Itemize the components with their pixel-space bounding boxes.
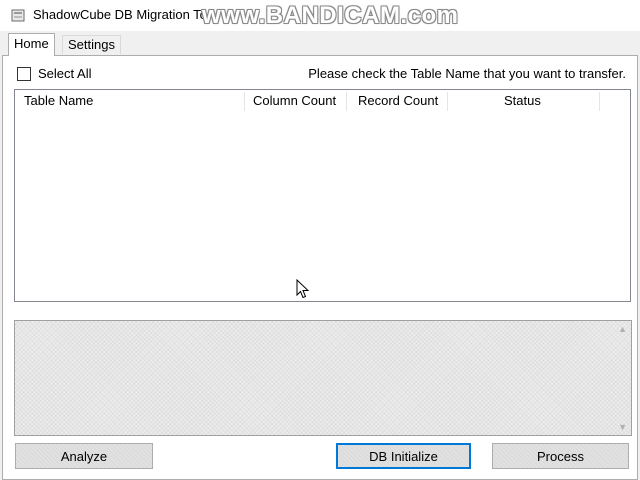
tab-strip: Home Settings bbox=[0, 31, 640, 56]
column-header-record-count[interactable]: Record Count bbox=[358, 93, 438, 108]
process-button[interactable]: Process bbox=[492, 443, 629, 469]
select-all-label[interactable]: Select All bbox=[38, 66, 91, 81]
title-bar[interactable]: ShadowCube DB Migration To www.BANDICAM.… bbox=[0, 0, 640, 31]
table-list-header: Table Name Column Count Record Count Sta… bbox=[15, 90, 630, 112]
column-header-status[interactable]: Status bbox=[504, 93, 541, 108]
tab-home[interactable]: Home bbox=[8, 33, 55, 56]
table-list[interactable]: Table Name Column Count Record Count Sta… bbox=[14, 89, 631, 302]
tab-settings[interactable]: Settings bbox=[62, 35, 121, 54]
column-header-table-name[interactable]: Table Name bbox=[24, 93, 93, 108]
scroll-down-arrow-icon[interactable]: ▼ bbox=[618, 422, 627, 432]
column-divider[interactable] bbox=[244, 92, 245, 111]
analyze-button[interactable]: Analyze bbox=[15, 443, 153, 469]
db-initialize-button[interactable]: DB Initialize bbox=[336, 443, 471, 469]
column-divider[interactable] bbox=[447, 92, 448, 111]
column-divider[interactable] bbox=[346, 92, 347, 111]
scroll-up-arrow-icon[interactable]: ▲ bbox=[618, 324, 627, 334]
mouse-pointer-icon bbox=[296, 279, 310, 299]
instruction-text: Please check the Table Name that you wan… bbox=[308, 66, 626, 81]
log-output-box[interactable]: ▲ ▼ bbox=[14, 320, 632, 436]
column-header-column-count[interactable]: Column Count bbox=[253, 93, 336, 108]
app-icon bbox=[11, 9, 25, 22]
select-all-checkbox-box[interactable] bbox=[17, 67, 31, 81]
column-divider[interactable] bbox=[599, 92, 600, 111]
recorder-watermark: www.BANDICAM.com bbox=[202, 2, 459, 29]
window-title: ShadowCube DB Migration To bbox=[33, 7, 207, 22]
